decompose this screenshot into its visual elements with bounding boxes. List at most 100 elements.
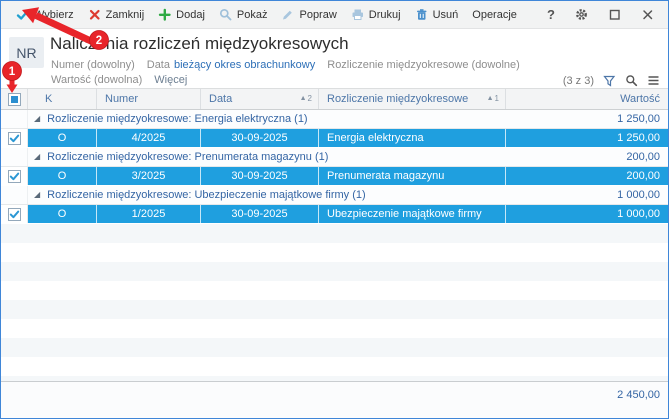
sort-indicator-data: ▲ 2 xyxy=(300,95,312,103)
delete-button[interactable]: Usuń xyxy=(408,4,466,25)
group-row-energia[interactable]: ◢ Rozliczenie międzyokresowe: Energia el… xyxy=(1,110,668,129)
cell-data: 30-09-2025 xyxy=(201,129,319,147)
sort-order-number: 2 xyxy=(307,94,312,103)
group-label: Rozliczenie międzyokresowe: Ubezpieczeni… xyxy=(47,189,366,201)
sort-arrow-icon: ▲ xyxy=(486,95,494,102)
column-header-k[interactable]: K xyxy=(28,89,97,109)
app-window: Wybierz Zamknij Dodaj Pokaż Popraw Druku… xyxy=(0,0,669,419)
search-icon xyxy=(219,8,232,21)
checkbox-checked-icon xyxy=(7,131,21,145)
column-header-rozliczenie[interactable]: Rozliczenie międzyokresowe ▲ 1 xyxy=(319,89,506,109)
group-check-cell xyxy=(1,110,28,128)
cell-numer: 4/2025 xyxy=(97,129,201,147)
entity-badge: NR xyxy=(9,37,44,68)
table-row[interactable]: O 4/2025 30-09-2025 Energia elektryczna … xyxy=(1,129,668,148)
delete-button-label: Usuń xyxy=(432,8,459,21)
menu-icon[interactable] xyxy=(647,74,660,87)
column-header-wartosc-label: Wartość xyxy=(620,93,660,105)
filter-data[interactable]: Data bieżący okres obrachunkowy xyxy=(147,59,316,71)
operations-button[interactable]: Operacje xyxy=(465,5,524,25)
cell-wartosc: 200,00 xyxy=(506,167,668,185)
cell-k: O xyxy=(28,205,97,223)
filter-bar-row2: Wartość (dowolna) Więcej xyxy=(51,74,187,86)
filter-data-label: Data xyxy=(146,59,170,71)
cell-data: 30-09-2025 xyxy=(201,167,319,185)
filter-data-value[interactable]: bieżący okres obrachunkowy xyxy=(174,59,315,71)
row-checkbox[interactable] xyxy=(1,129,28,147)
row-checkbox[interactable] xyxy=(1,167,28,185)
edit-button-label: Popraw xyxy=(299,8,337,21)
select-button-label: Wybierz xyxy=(34,8,74,21)
gear-icon[interactable] xyxy=(575,8,588,21)
filter-rozliczenie[interactable]: Rozliczenie międzyokresowe (dowolne) xyxy=(327,59,520,71)
column-header-numer[interactable]: Numer xyxy=(97,89,201,109)
column-header-data[interactable]: Data ▲ 2 xyxy=(201,89,319,109)
list-tools: (3 z 3) xyxy=(563,74,660,87)
print-button-label: Drukuj xyxy=(368,8,401,21)
column-header-wartosc[interactable]: Wartość xyxy=(506,89,668,109)
grid-body: ◢ Rozliczenie międzyokresowe: Energia el… xyxy=(1,110,668,224)
filter-numer[interactable]: Numer (dowolny) xyxy=(51,59,135,71)
close-icon xyxy=(89,9,100,20)
grid-header: K Numer Data ▲ 2 Rozliczenie międzyokreso… xyxy=(1,88,668,110)
column-header-k-label: K xyxy=(45,93,53,105)
grid-footer: 2 450,00 xyxy=(1,381,668,418)
list-search-icon[interactable] xyxy=(625,74,638,87)
print-button[interactable]: Drukuj xyxy=(344,4,408,25)
show-button[interactable]: Pokaż xyxy=(212,4,275,25)
help-button[interactable]: ? xyxy=(547,7,555,22)
select-button[interactable]: Wybierz xyxy=(9,4,81,25)
trash-icon xyxy=(416,9,427,20)
checkbox-checked-icon xyxy=(7,207,21,221)
cell-k: O xyxy=(28,129,97,147)
group-value: 1 000,00 xyxy=(617,189,660,201)
select-all-checkbox-box xyxy=(7,92,21,106)
select-all-checkbox[interactable] xyxy=(1,89,28,109)
group-check-cell xyxy=(1,148,28,166)
column-header-numer-label: Numer xyxy=(105,93,139,105)
filter-more[interactable]: Więcej xyxy=(154,74,187,86)
group-label: Rozliczenie międzyokresowe: Energia elek… xyxy=(47,113,308,125)
row-checkbox[interactable] xyxy=(1,205,28,223)
cell-rozliczenie: Ubezpieczenie majątkowe firmy xyxy=(319,205,506,223)
record-counter: (3 z 3) xyxy=(562,74,594,87)
close-list-button-label: Zamknij xyxy=(105,8,145,21)
close-list-button[interactable]: Zamknij xyxy=(81,4,152,25)
plus-icon xyxy=(158,8,171,21)
group-row-prenumerata[interactable]: ◢ Rozliczenie międzyokresowe: Prenumerat… xyxy=(1,148,668,167)
group-value: 200,00 xyxy=(626,151,660,163)
maximize-icon[interactable] xyxy=(608,8,621,21)
show-button-label: Pokaż xyxy=(236,8,268,21)
pencil-icon xyxy=(283,10,293,20)
cell-rozliczenie: Energia elektryczna xyxy=(319,129,506,147)
cell-data: 30-09-2025 xyxy=(201,205,319,223)
group-value: 1 250,00 xyxy=(617,113,660,125)
cell-wartosc: 1 000,00 xyxy=(506,205,668,223)
add-button[interactable]: Dodaj xyxy=(151,4,212,25)
checkbox-checked-icon xyxy=(7,169,21,183)
filter-funnel-icon[interactable] xyxy=(603,75,616,87)
check-icon xyxy=(16,10,29,20)
column-header-data-label: Data xyxy=(209,93,233,105)
group-label: Rozliczenie międzyokresowe: Prenumerata … xyxy=(47,151,329,163)
cell-wartosc: 1 250,00 xyxy=(506,129,668,147)
table-row[interactable]: O 1/2025 30-09-2025 Ubezpieczenie majątk… xyxy=(1,205,668,224)
window-controls: ? xyxy=(547,7,660,22)
page-title: Naliczenia rozliczeń międzyokresowych xyxy=(50,34,349,53)
toolbar: Wybierz Zamknij Dodaj Pokaż Popraw Druku… xyxy=(1,1,668,29)
sort-order-number: 1 xyxy=(494,94,499,103)
collapse-icon[interactable]: ◢ xyxy=(34,115,40,123)
collapse-icon[interactable]: ◢ xyxy=(34,191,40,199)
total-value: 2 450,00 xyxy=(617,389,660,401)
cell-numer: 3/2025 xyxy=(97,167,201,185)
table-row[interactable]: O 3/2025 30-09-2025 Prenumerata magazynu… xyxy=(1,167,668,186)
collapse-icon[interactable]: ◢ xyxy=(34,153,40,161)
filter-wartosc[interactable]: Wartość (dowolna) xyxy=(51,74,142,86)
cell-numer: 1/2025 xyxy=(97,205,201,223)
cell-k: O xyxy=(28,167,97,185)
edit-button[interactable]: Popraw xyxy=(274,4,343,25)
printer-icon xyxy=(352,9,363,20)
close-window-icon[interactable] xyxy=(641,8,654,21)
cell-rozliczenie: Prenumerata magazynu xyxy=(319,167,506,185)
group-row-ubezpieczenie[interactable]: ◢ Rozliczenie międzyokresowe: Ubezpiecze… xyxy=(1,186,668,205)
